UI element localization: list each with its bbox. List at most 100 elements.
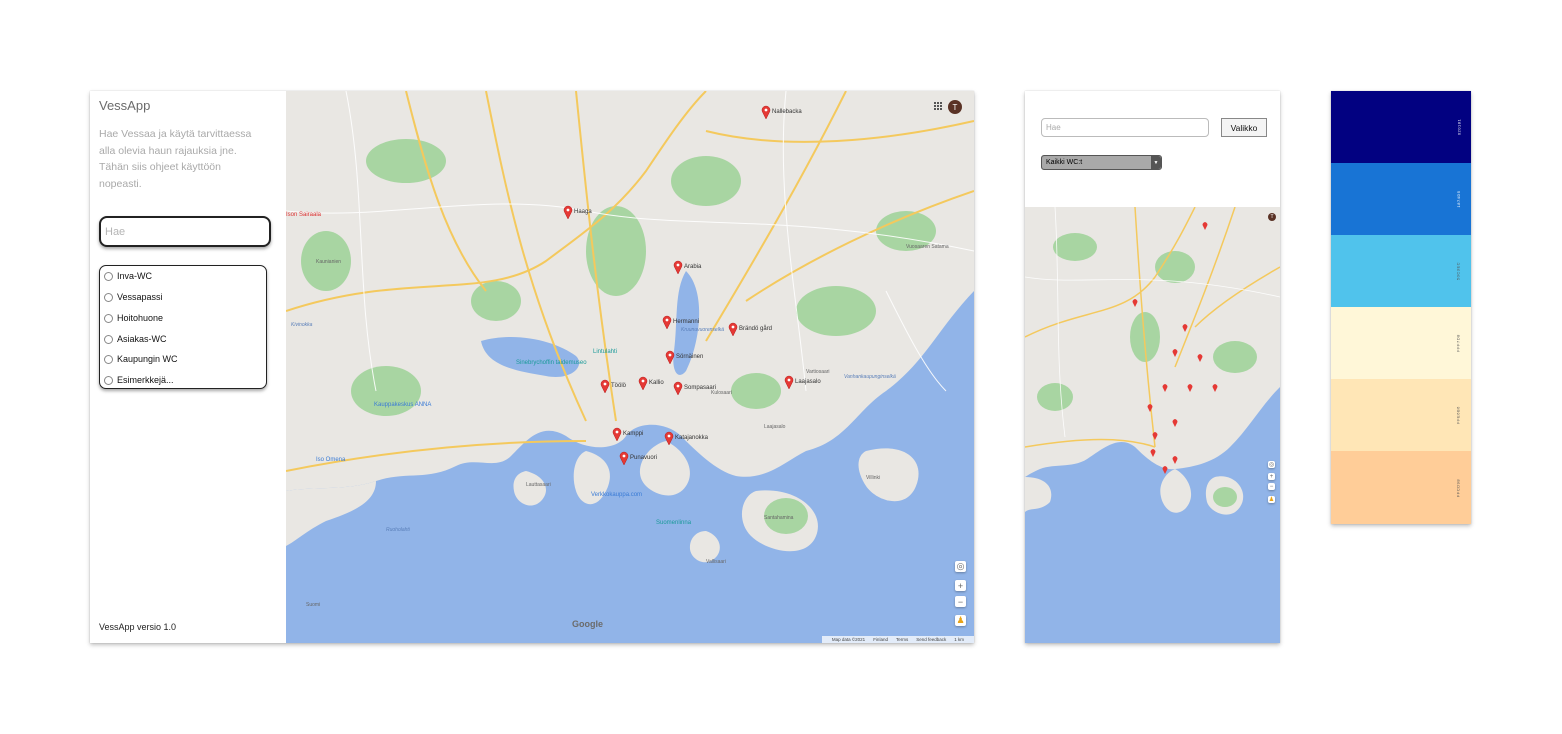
mobile-zoom-in-button[interactable]: + xyxy=(1268,473,1275,480)
wc-type-select-value: Kaikki WC:t xyxy=(1042,156,1151,169)
svg-text:Vartiosaari: Vartiosaari xyxy=(806,369,830,375)
map-canvas[interactable]: Kaunianien Kulosaari Vartiosaari Laajasa… xyxy=(286,91,974,643)
google-logo: Google xyxy=(572,619,603,629)
filter-option-kaupungin-wc[interactable]: Kaupungin WC xyxy=(104,352,178,366)
mobile-search-input[interactable] xyxy=(1041,118,1209,137)
locate-me-button[interactable]: ◎ xyxy=(955,561,966,572)
mobile-locate-me-button[interactable]: ◎ xyxy=(1268,461,1275,468)
svg-text:Laajasalo: Laajasalo xyxy=(764,424,786,430)
menu-button[interactable]: Valikko xyxy=(1221,118,1267,137)
filter-option-hoitohuone[interactable]: Hoitohuone xyxy=(104,311,163,325)
svg-text:Ruoholahti: Ruoholahti xyxy=(386,527,411,533)
svg-text:Iso Omena: Iso Omena xyxy=(316,457,346,463)
swatch-label: FFE6B6 xyxy=(1455,406,1461,424)
zoom-out-button[interactable]: − xyxy=(955,596,966,607)
svg-text:Kruunuvuorenselkä: Kruunuvuorenselkä xyxy=(681,327,724,333)
mobile-map-view[interactable]: ◎ + − ♟ T xyxy=(1025,207,1280,643)
toilet-pin-label: Kallio xyxy=(649,380,664,386)
svg-text:Suomi: Suomi xyxy=(306,602,320,608)
toilet-pin-label: Haaga xyxy=(574,209,592,215)
mobile-header: Valikko Kaikki WC:t ▼ xyxy=(1025,91,1280,207)
radio-icon[interactable] xyxy=(104,334,113,344)
mobile-frame: Valikko Kaikki WC:t ▼ xyxy=(1025,91,1280,643)
swatch-label: 1874D5 xyxy=(1455,190,1461,208)
filter-label: Asiakas-WC xyxy=(117,334,167,344)
svg-text:Ison Sairaala: Ison Sairaala xyxy=(286,212,322,218)
toilet-pin-label: Sompasaari xyxy=(684,385,716,391)
swatch-1: 020181 xyxy=(1331,91,1471,163)
toilet-pin-label: Katajanokka xyxy=(675,435,709,441)
svg-text:Kivinokka: Kivinokka xyxy=(291,322,313,328)
street-view-pegman-icon[interactable]: ♟ xyxy=(955,615,966,626)
toilet-pin-label: Nallebacka xyxy=(772,109,802,115)
wc-type-select[interactable]: Kaikki WC:t ▼ xyxy=(1041,155,1162,170)
toilet-pin-label: Punavuori xyxy=(630,455,657,461)
swatch-2: 1874D5 xyxy=(1331,163,1471,235)
filter-label: Inva-WC xyxy=(117,271,153,281)
svg-text:Villinki: Villinki xyxy=(866,475,880,481)
toilet-pin-label: Arabia xyxy=(684,264,702,270)
swatch-5: FFE6B6 xyxy=(1331,379,1471,451)
filter-option-esimerkkeja[interactable]: Esimerkkejä... xyxy=(104,373,174,387)
svg-text:Suomenlinna: Suomenlinna xyxy=(656,520,692,526)
mobile-zoom-out-button[interactable]: − xyxy=(1268,483,1275,490)
radio-icon[interactable] xyxy=(104,313,113,323)
toilet-pin-label: Töölö xyxy=(611,383,627,389)
filter-label: Vessapassi xyxy=(117,292,163,302)
svg-text:Santahamina: Santahamina xyxy=(764,515,794,521)
swatch-4: FFF7D8 xyxy=(1331,307,1471,379)
sidebar: VessApp Hae Vessaa ja käytä tarvittaessa… xyxy=(90,91,286,643)
filter-option-inva-wc[interactable]: Inva-WC xyxy=(104,269,152,283)
swatch-3: 50C3EC xyxy=(1331,235,1471,307)
filter-label: Esimerkkejä... xyxy=(117,375,174,385)
apps-grid-icon[interactable] xyxy=(934,102,942,110)
svg-text:Lauttasaari: Lauttasaari xyxy=(526,482,551,488)
user-avatar[interactable]: T xyxy=(948,100,962,114)
swatch-6: FFCD98 xyxy=(1331,451,1471,524)
svg-text:Vanhankaupunginselkä: Vanhankaupunginselkä xyxy=(844,374,896,380)
radio-icon[interactable] xyxy=(104,375,113,385)
toilet-pin-label: Brändö gård xyxy=(739,325,772,332)
svg-text:Sinebrychoffin taidemuseo: Sinebrychoffin taidemuseo xyxy=(516,360,587,366)
filter-label: Hoitohuone xyxy=(117,313,164,323)
radio-icon[interactable] xyxy=(104,271,113,281)
app-title: VessApp xyxy=(99,98,151,113)
scale-bar: 1 km xyxy=(954,637,964,642)
swatch-label: 020181 xyxy=(1456,118,1462,136)
map-view[interactable]: Kaunianien Kulosaari Vartiosaari Laajasa… xyxy=(286,91,974,643)
terms-link[interactable]: Terms xyxy=(896,637,908,642)
radio-icon[interactable] xyxy=(104,292,113,302)
mobile-street-view-pegman-icon[interactable]: ♟ xyxy=(1268,496,1275,503)
toilet-pin-label: Laajasalo xyxy=(795,379,821,385)
toilet-pin-label: Sörnäinen xyxy=(676,354,703,360)
swatch-label: FFF7D8 xyxy=(1455,334,1461,352)
app-description: Hae Vessaa ja käytä tarvittaessa alla ol… xyxy=(99,128,252,190)
svg-text:Vallisaari: Vallisaari xyxy=(706,559,726,565)
toilet-pin-label: Kamppi xyxy=(623,431,643,437)
toilet-pin-label: Hermanni xyxy=(673,319,699,325)
swatch-label: 50C3EC xyxy=(1455,261,1461,281)
svg-text:Vuosaaren Satama: Vuosaaren Satama xyxy=(906,244,949,250)
chevron-down-icon: ▼ xyxy=(1151,156,1161,169)
send-feedback-link[interactable]: Send feedback xyxy=(916,637,946,642)
mobile-map-canvas[interactable] xyxy=(1025,207,1280,643)
svg-text:Lintulahti: Lintulahti xyxy=(593,349,617,355)
version-text: VessApp versio 1.0 xyxy=(99,622,177,632)
filter-list: Inva-WC Vessapassi Hoitohuone Asiakas-WC… xyxy=(99,265,267,389)
map-data-attribution: Map data ©2021 xyxy=(831,637,866,642)
swatch-label: FFCD98 xyxy=(1455,478,1461,497)
svg-text:Kauppakeskus ANNA: Kauppakeskus ANNA xyxy=(374,402,431,408)
map-footer: Map data ©2021 Finland Terms Send feedba… xyxy=(821,636,974,643)
desktop-frame: VessApp Hae Vessaa ja käytä tarvittaessa… xyxy=(90,91,974,643)
svg-text:Verkkokauppa.com: Verkkokauppa.com xyxy=(591,492,642,498)
filter-label: Kaupungin WC xyxy=(117,354,178,364)
search-input[interactable] xyxy=(99,216,271,247)
filter-option-asiakas-wc[interactable]: Asiakas-WC xyxy=(104,332,167,346)
filter-option-vessapassi[interactable]: Vessapassi xyxy=(104,290,163,304)
svg-text:Kaunianien: Kaunianien xyxy=(316,259,341,265)
mobile-user-avatar[interactable]: T xyxy=(1268,213,1276,221)
radio-icon[interactable] xyxy=(104,354,113,364)
color-palette: 020181 1874D5 50C3EC FFF7D8 FFE6B6 FFCD9… xyxy=(1331,91,1471,524)
zoom-in-button[interactable]: + xyxy=(955,580,966,591)
map-region: Finland xyxy=(873,637,888,642)
